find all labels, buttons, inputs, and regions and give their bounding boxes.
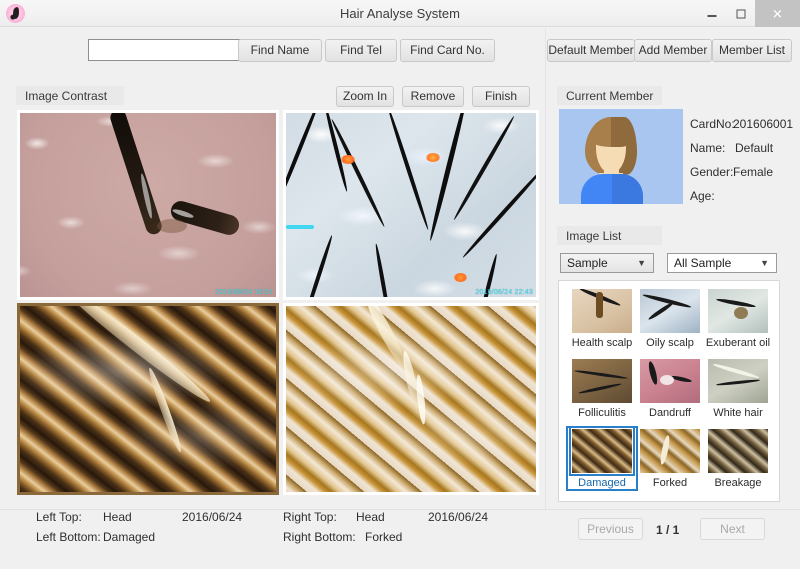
thumbnail-oily-scalp[interactable]: Oily scalp	[637, 289, 703, 349]
name-value: Default	[735, 141, 773, 155]
image-right-bottom[interactable]	[283, 303, 539, 495]
thumbnail-grid: Health scalp Oily scalp Exuberant oil Fo…	[558, 280, 780, 502]
chevron-down-icon: ▼	[637, 258, 646, 268]
left-top-date: 2016/06/24	[182, 510, 242, 524]
thumbnail-label: Health scalp	[569, 337, 635, 349]
thumbnail-label: Forked	[637, 477, 703, 489]
thumbnail-white-hair[interactable]: White hair	[705, 359, 771, 419]
thumbnail-label: Dandruff	[637, 407, 703, 419]
sample-filter-value: All Sample	[674, 256, 731, 270]
maximize-button[interactable]	[726, 0, 755, 27]
right-top-date: 2016/06/24	[428, 510, 488, 524]
add-member-button[interactable]: Add Member	[634, 39, 712, 62]
maximize-icon	[736, 9, 745, 18]
find-card-no-button[interactable]: Find Card No.	[400, 39, 495, 62]
title-bar: Hair Analyse System ✕	[0, 0, 800, 27]
default-member-button[interactable]: Default Member	[547, 39, 635, 62]
thumbnail-breakage[interactable]: Breakage	[705, 429, 771, 489]
sample-filter-select[interactable]: All Sample ▼	[667, 253, 777, 273]
find-name-button[interactable]: Find Name	[238, 39, 322, 62]
image-left-bottom[interactable]	[17, 303, 279, 495]
right-bottom-value: Forked	[365, 530, 402, 544]
thumbnail-folliculitis[interactable]: Folliculitis	[569, 359, 635, 419]
image-list-label: Image List	[557, 226, 662, 245]
card-no-label: CardNo:	[690, 117, 735, 131]
left-bottom-value: Damaged	[103, 530, 155, 544]
thumbnail-label: Breakage	[705, 477, 771, 489]
right-top-part: Head	[356, 510, 385, 524]
chevron-down-icon: ▼	[760, 258, 769, 268]
minimize-icon	[707, 15, 716, 17]
current-member-label: Current Member	[557, 86, 662, 105]
image-left-top[interactable]: 2016/06/24 16:51	[17, 110, 279, 300]
name-label: Name:	[690, 141, 725, 155]
image-timestamp: 2016/06/24 16:51	[215, 289, 273, 296]
sample-category-value: Sample	[567, 256, 608, 270]
thumbnail-exuberant-oil[interactable]: Exuberant oil	[705, 289, 771, 349]
gender-label: Gender:	[690, 165, 733, 179]
thumbnail-damaged[interactable]: Damaged	[569, 429, 635, 489]
sample-category-select[interactable]: Sample ▼	[560, 253, 654, 273]
hair-analyse-system-window: Hair Analyse System ✕ Find Name Find Tel…	[0, 0, 800, 569]
close-icon: ✕	[772, 7, 783, 20]
thumbnail-dandruff[interactable]: Dandruff	[637, 359, 703, 419]
vertical-divider	[545, 28, 546, 569]
right-top-label: Right Top:	[283, 510, 337, 524]
age-label: Age:	[690, 189, 715, 203]
thumbnail-health-scalp[interactable]: Health scalp	[569, 289, 635, 349]
search-input[interactable]	[88, 39, 243, 61]
thumbnail-label: Oily scalp	[637, 337, 703, 349]
thumbnail-label: White hair	[705, 407, 771, 419]
thumbnail-label: Exuberant oil	[705, 337, 771, 349]
previous-page-button[interactable]: Previous	[578, 518, 643, 540]
image-contrast-label: Image Contrast	[16, 86, 124, 105]
zoom-in-button[interactable]: Zoom In	[336, 86, 394, 107]
left-top-part: Head	[103, 510, 132, 524]
thumbnail-label: Folliculitis	[569, 407, 635, 419]
thumbnail-forked[interactable]: Forked	[637, 429, 703, 489]
member-list-button[interactable]: Member List	[712, 39, 792, 62]
left-bottom-label: Left Bottom:	[36, 530, 101, 544]
close-button[interactable]: ✕	[755, 0, 800, 27]
window-controls: ✕	[697, 0, 800, 27]
find-tel-button[interactable]: Find Tel	[325, 39, 397, 62]
image-timestamp: 2016/06/24 22:43	[475, 289, 533, 296]
page-indicator: 1 / 1	[656, 523, 679, 537]
minimize-button[interactable]	[697, 0, 726, 27]
card-no-value: 201606001	[733, 117, 793, 131]
remove-button[interactable]: Remove	[402, 86, 464, 107]
right-bottom-label: Right Bottom:	[283, 530, 356, 544]
window-title: Hair Analyse System	[0, 0, 800, 27]
member-avatar	[559, 109, 683, 204]
next-page-button[interactable]: Next	[700, 518, 765, 540]
left-top-label: Left Top:	[36, 510, 82, 524]
image-right-top[interactable]: 2016/06/24 22:43	[283, 110, 539, 300]
finish-button[interactable]: Finish	[472, 86, 530, 107]
thumbnail-label: Damaged	[569, 477, 635, 489]
gender-value: Female	[733, 165, 773, 179]
